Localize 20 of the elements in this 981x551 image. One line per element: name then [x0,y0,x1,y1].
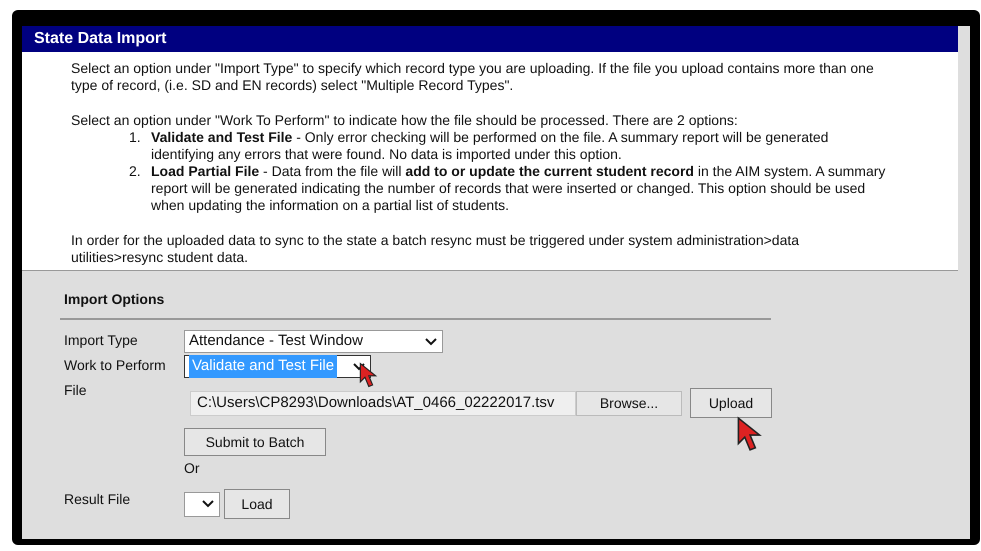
option-description: Validate and Test File - Only error checking will be performed on the file. A summary report will be generated identifying any errors that were found. No data is imported under this option. [151,129,830,163]
field-label: Work to Perform [64,356,167,375]
instruction-paragraph: Select an option under "Work To Perform" to indicate how the file should be processed. There are 2 options: [71,112,739,129]
instruction-paragraph: In order for the uploaded data to sync to the state a batch resync must be triggered under system administration>data utilities>resync student data. [71,232,800,266]
import-type-select[interactable]: Attendance - Test Window [184,330,443,353]
submit-to-batch-button[interactable]: Submit to Batch [184,428,326,456]
or-text: Or [184,459,201,478]
field-label: Import Type [64,331,139,350]
browse-button[interactable]: Browse... [576,390,682,416]
section-heading: Import Options [60,289,771,320]
upload-button[interactable]: Upload [690,388,772,418]
list-number: 1. [129,129,142,147]
load-button[interactable]: Load [224,489,290,519]
option-description: Load Partial File - Data from the file will add to or update the current student record in the AIM system. A summary report will be generated indicating the number of records that were inserted or changed. This option should be used when updating the information on a partial list of students. [151,163,886,214]
instruction-paragraph: Select an option under "Import Type" to specify which record type you are uploading. If the file you upload contains more than one type of record, (i.e. SD and EN records) select "Multiple Record Types". [71,60,875,94]
field-label: Result File [64,490,132,509]
file-path-field[interactable]: C:\Users\CP8293\Downloads\AT_0466_02222017.tsv [190,390,576,416]
panel-title: State Data Import [34,31,166,47]
field-label: File [64,381,88,400]
list-number: 2. [129,163,142,181]
